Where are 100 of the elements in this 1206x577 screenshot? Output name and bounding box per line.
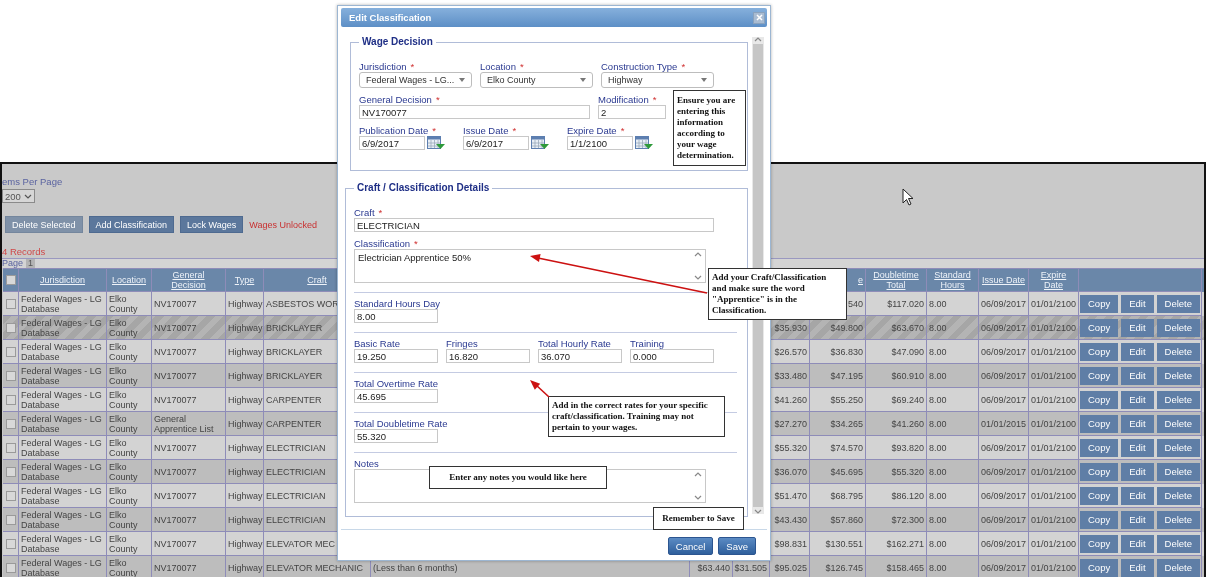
table-cell: NV170077	[154, 490, 197, 501]
table-cell: 01/01/2100	[1031, 346, 1077, 357]
table-cell: 06/09/2017	[981, 514, 1027, 525]
table-cell: 01/01/2100	[1031, 466, 1077, 477]
table-cell: 06/09/2017	[981, 562, 1027, 573]
table-cell: $27.270	[774, 418, 807, 429]
section-title: Craft / Classification Details	[356, 182, 491, 194]
table-cell: 06/09/2017	[981, 442, 1027, 453]
table-cell: 06/09/2017	[981, 394, 1027, 405]
table-cell: (Less than 6 months)	[373, 562, 458, 573]
table-cell: $49.800	[830, 322, 863, 333]
table-cell: Highway	[228, 466, 263, 477]
table-cell: $43.430	[774, 514, 807, 525]
table-cell: Highway	[228, 346, 263, 357]
table-cell: $72.300	[891, 514, 924, 525]
table-cell: 01/01/2100	[1031, 418, 1077, 429]
table-cell: 8.00	[929, 490, 947, 501]
field-label: Issue Date *	[463, 126, 518, 136]
table-cell: $51.470	[774, 490, 807, 501]
table-cell: $41.260	[774, 394, 807, 405]
table-cell: 8.00	[929, 418, 947, 429]
field-label: Construction Type *	[601, 62, 687, 72]
table-cell: $47.195	[830, 370, 863, 381]
table-cell-text: Elko County	[109, 461, 139, 482]
table-cell: 06/09/2017	[981, 370, 1027, 381]
table-cell: NV170077	[154, 346, 197, 357]
field-label: Total Doubletime Rate	[354, 419, 448, 429]
table-cell: NV170077	[154, 442, 197, 453]
callout-tooltip: Ensure you are entering this information according to your wage determination.	[673, 90, 746, 166]
table-cell: $95.025	[774, 562, 807, 573]
table-cell: NV170077	[154, 562, 197, 573]
table-cell: 01/01/2100	[1031, 442, 1077, 453]
table-cell: 01/01/2100	[1031, 322, 1077, 333]
table-cell: Highway	[228, 298, 263, 309]
table-cell: 8.00	[929, 514, 947, 525]
table-cell: $162.271	[886, 538, 924, 549]
table-cell: BRICKLAYER	[266, 346, 323, 357]
table-cell: $63.670	[891, 322, 924, 333]
field-label: Notes	[354, 459, 380, 469]
table-cell: BRICKLAYER	[266, 322, 323, 333]
table-cell: CARPENTER	[266, 394, 322, 405]
field-label: General Decision *	[359, 95, 441, 105]
table-cell-text: Federal Wages - LG Database	[21, 557, 103, 577]
table-cell-text: Elko County	[109, 509, 139, 530]
table-cell: 8.00	[929, 466, 947, 477]
table-cell: 06/09/2017	[981, 538, 1027, 549]
table-cell-text: General Apprentice List	[154, 413, 215, 434]
table-cell-text: Elko County	[109, 485, 139, 506]
table-cell: ELECTRICIAN	[266, 514, 326, 525]
table-cell: 01/01/2100	[1031, 538, 1077, 549]
table-cell: $35.930	[774, 322, 807, 333]
table-cell: $126.745	[825, 562, 863, 573]
table-cell: Highway	[228, 322, 263, 333]
table-cell: 540	[847, 298, 863, 309]
table-cell-text: Elko County	[109, 317, 139, 338]
table-cell: ELECTRICIAN	[266, 466, 326, 477]
field-label: Jurisdiction *	[359, 62, 416, 72]
table-cell: ELECTRICIAN	[266, 442, 326, 453]
table-cell-text: Federal Wages - LG Database	[21, 485, 103, 506]
record-count: 4 Records	[2, 246, 46, 258]
table-cell: Highway	[228, 514, 263, 525]
table-cell-text: Elko County	[109, 341, 139, 362]
table-cell-text: Elko County	[109, 389, 139, 410]
table-cell: 06/09/2017	[981, 466, 1027, 477]
table-cell: 01/01/2100	[1031, 514, 1077, 525]
field-label: Craft *	[354, 208, 384, 218]
table-cell: 06/09/2017	[981, 322, 1027, 333]
table-cell: $47.090	[891, 346, 924, 357]
section-title: Wage Decision	[361, 36, 434, 48]
table-cell-text: Federal Wages - LG Database	[21, 341, 103, 362]
callout-tooltip: Add your Craft/Classification and make sure the word "Apprentice" is in the Classification.	[708, 268, 847, 320]
table-cell: $158.465	[886, 562, 924, 573]
table-cell: NV170077	[154, 514, 197, 525]
table-cell: Highway	[228, 490, 263, 501]
table-cell: $33.480	[774, 370, 807, 381]
table-cell: 8.00	[929, 346, 947, 357]
table-cell-text: Federal Wages - LG Database	[21, 509, 103, 530]
table-cell: 01/01/2100	[1031, 490, 1077, 501]
items-per-page-label: ems Per Page	[2, 176, 63, 188]
table-cell: NV170077	[154, 298, 197, 309]
table-cell: $117.020	[887, 298, 924, 309]
table-cell: 8.00	[929, 322, 947, 333]
table-cell: $68.795	[830, 490, 863, 501]
table-cell: 01/01/2100	[1031, 562, 1077, 573]
table-cell: Highway	[228, 370, 263, 381]
table-cell-text: Elko County	[109, 365, 139, 386]
table-cell: 8.00	[929, 538, 947, 549]
table-cell: 8.00	[929, 562, 947, 573]
table-cell: Highway	[228, 442, 263, 453]
field-label: Fringes	[446, 339, 479, 349]
table-cell-text: Elko County	[109, 557, 139, 577]
table-cell: $34.265	[830, 418, 863, 429]
table-cell: BRICKLAYER	[266, 370, 323, 381]
table-cell-text: Elko County	[109, 293, 139, 314]
table-cell: NV170077	[154, 394, 197, 405]
table-cell: 8.00	[929, 370, 947, 381]
table-cell: NV170077	[154, 538, 197, 549]
table-cell: Highway	[228, 538, 263, 549]
callout-tooltip: Remember to Save	[653, 507, 744, 530]
table-cell: $36.830	[830, 346, 863, 357]
